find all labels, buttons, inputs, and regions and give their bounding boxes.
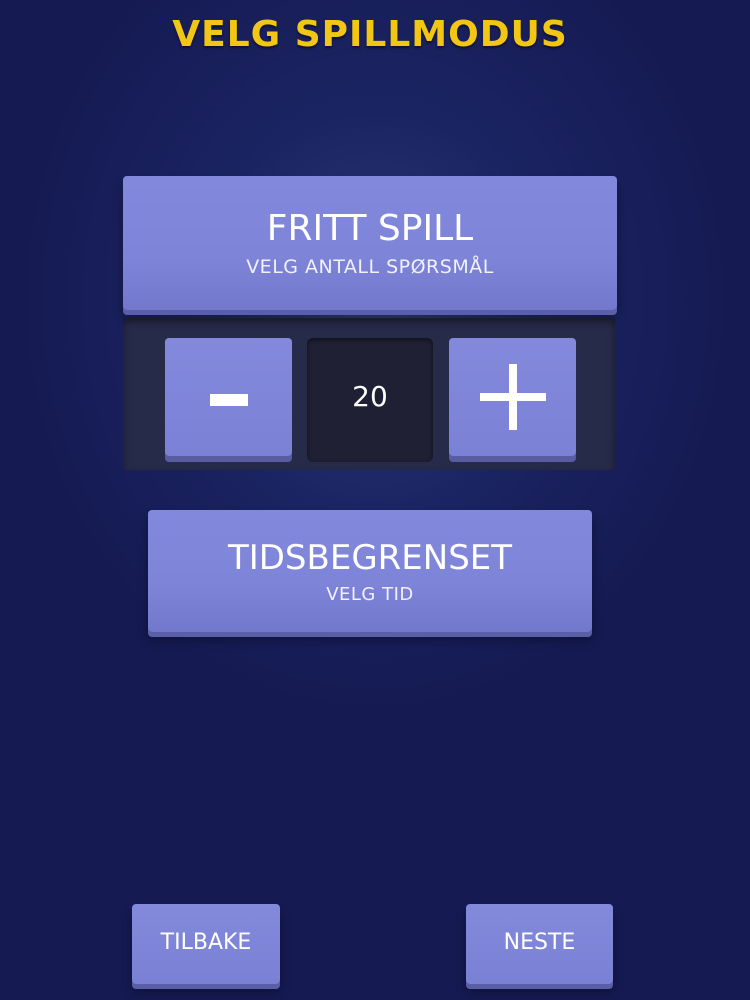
increment-button[interactable] bbox=[449, 338, 576, 456]
free-play-title: FRITT SPILL bbox=[266, 208, 474, 249]
question-count-stepper: 20 bbox=[123, 318, 615, 470]
page-title: VELG SPILLMODUS bbox=[172, 14, 568, 55]
minus-icon bbox=[210, 394, 248, 406]
next-button[interactable]: NESTE bbox=[466, 904, 613, 984]
back-button[interactable]: TILBAKE bbox=[132, 904, 280, 984]
decrement-button[interactable] bbox=[165, 338, 292, 456]
free-play-button[interactable]: FRITT SPILL VELG ANTALL SPØRSMÅL bbox=[123, 176, 617, 310]
timed-mode-button[interactable]: TIDSBEGRENSET VELG TID bbox=[148, 510, 592, 632]
timed-mode-title: TIDSBEGRENSET bbox=[227, 538, 513, 578]
question-count-value: 20 bbox=[307, 338, 433, 462]
timed-mode-subtitle: VELG TID bbox=[326, 584, 414, 605]
free-play-subtitle: VELG ANTALL SPØRSMÅL bbox=[246, 256, 494, 278]
